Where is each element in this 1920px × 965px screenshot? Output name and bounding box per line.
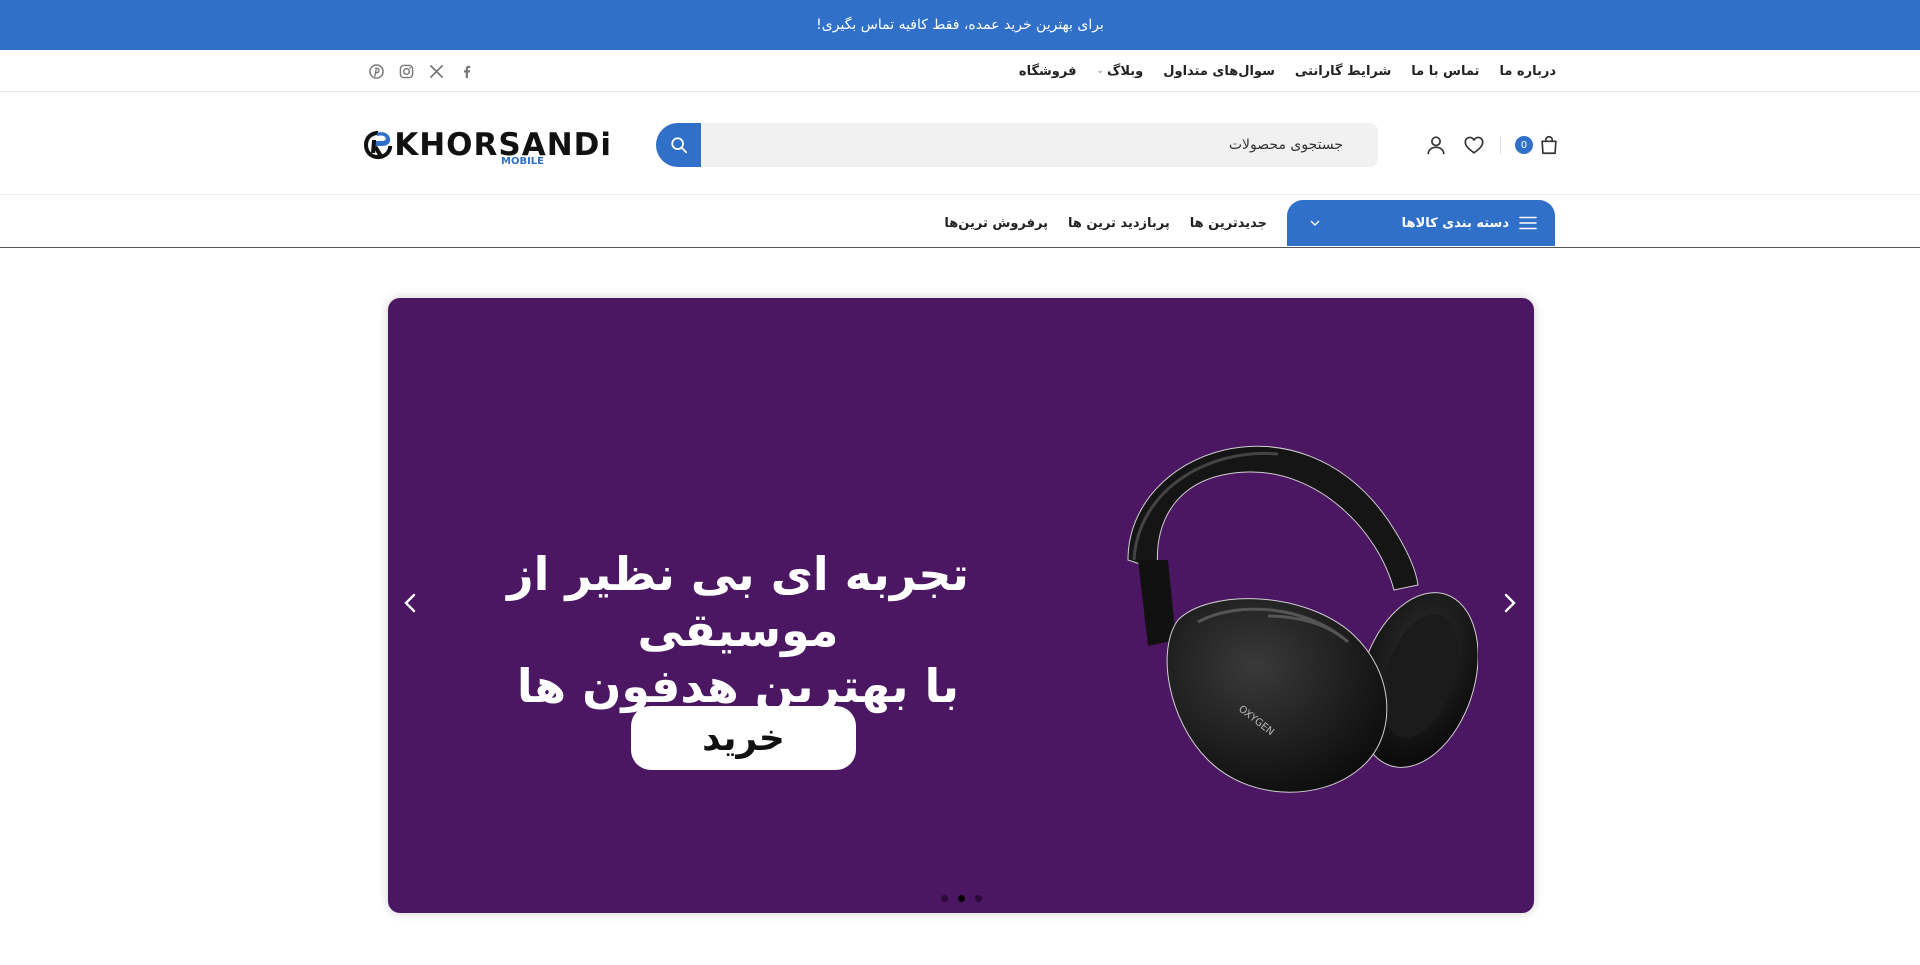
slider-next-button[interactable] (1498, 588, 1522, 618)
pinterest-icon[interactable] (368, 63, 384, 79)
slider-dots (941, 895, 982, 902)
top-menu-blog[interactable]: وبلاگ ⌄ (1097, 64, 1144, 79)
categories-label: دسته بندی کالاها (1401, 215, 1509, 231)
slider-dot-2[interactable] (958, 895, 965, 902)
slider-dot-3[interactable] (975, 895, 982, 902)
slider-prev-button[interactable] (398, 588, 422, 618)
top-menu-warranty[interactable]: شرایط گارانتی (1295, 64, 1391, 79)
site-logo[interactable]: KHORSANDi MOBILE (362, 114, 612, 176)
chevron-down-icon (1309, 214, 1321, 233)
shopping-bag-icon (1537, 133, 1561, 157)
header-actions: 0 (1424, 128, 1561, 162)
nav-most-viewed[interactable]: پربازدید ترین ها (1068, 216, 1170, 231)
nav-best-sellers[interactable]: پرفروش ترین‌ها (944, 216, 1048, 231)
instagram-icon[interactable] (398, 63, 414, 79)
search-input[interactable] (711, 123, 1361, 167)
logo-mark-icon (364, 130, 393, 160)
search-button[interactable] (656, 123, 701, 167)
chevron-left-icon (404, 593, 416, 613)
chevron-right-icon (1504, 593, 1516, 613)
chevron-down-icon: ⌄ (1096, 66, 1105, 76)
divider (1500, 136, 1501, 154)
slide-headline-line-1: تجربه ای بی نظیر از موسیقی (507, 547, 969, 658)
account-icon[interactable] (1424, 133, 1448, 157)
search-bar (656, 123, 1378, 167)
top-links-bar: فروشگاه وبلاگ ⌄ سوال‌های متداول شرایط گار… (0, 50, 1920, 92)
main-header: KHORSANDi MOBILE 0 (0, 92, 1920, 195)
headphones-image: OXYGEN (1127, 445, 1478, 793)
cart-count-badge: 0 (1515, 136, 1533, 154)
nav-bar: دسته بندی کالاها پرفروش ترین‌ها پربازدید… (0, 196, 1920, 248)
hero-slider: تجربه ای بی نظیر از موسیقی با بهترین هدف… (388, 298, 1534, 913)
main-nav: پرفروش ترین‌ها پربازدید ترین ها جدیدترین… (944, 200, 1267, 246)
facebook-icon[interactable] (458, 63, 474, 79)
buy-button[interactable]: خرید (631, 706, 856, 770)
top-menu-shop[interactable]: فروشگاه (1019, 64, 1077, 79)
slide-headline: تجربه ای بی نظیر از موسیقی با بهترین هدف… (418, 546, 1058, 714)
announcement-text: برای بهترین خرید عمده، فقط کافیه تماس بگ… (816, 17, 1104, 33)
slider-dot-1[interactable] (941, 895, 948, 902)
search-icon (670, 137, 687, 154)
top-menu: فروشگاه وبلاگ ⌄ سوال‌های متداول شرایط گار… (1019, 50, 1556, 92)
logo-subtitle: MOBILE (501, 156, 544, 167)
top-menu-contact[interactable]: تماس با ما (1411, 64, 1479, 79)
top-menu-about[interactable]: درباره ما (1499, 64, 1556, 79)
top-menu-faq[interactable]: سوال‌های متداول (1163, 64, 1275, 79)
social-links (368, 50, 474, 92)
cart-button[interactable]: 0 (1515, 133, 1561, 157)
announcement-bar: برای بهترین خرید عمده، فقط کافیه تماس بگ… (0, 0, 1920, 50)
x-icon[interactable] (428, 63, 444, 79)
categories-button[interactable]: دسته بندی کالاها (1287, 200, 1555, 246)
wishlist-heart-icon[interactable] (1462, 133, 1486, 157)
menu-icon (1519, 216, 1537, 230)
nav-newest[interactable]: جدیدترین ها (1190, 216, 1267, 231)
